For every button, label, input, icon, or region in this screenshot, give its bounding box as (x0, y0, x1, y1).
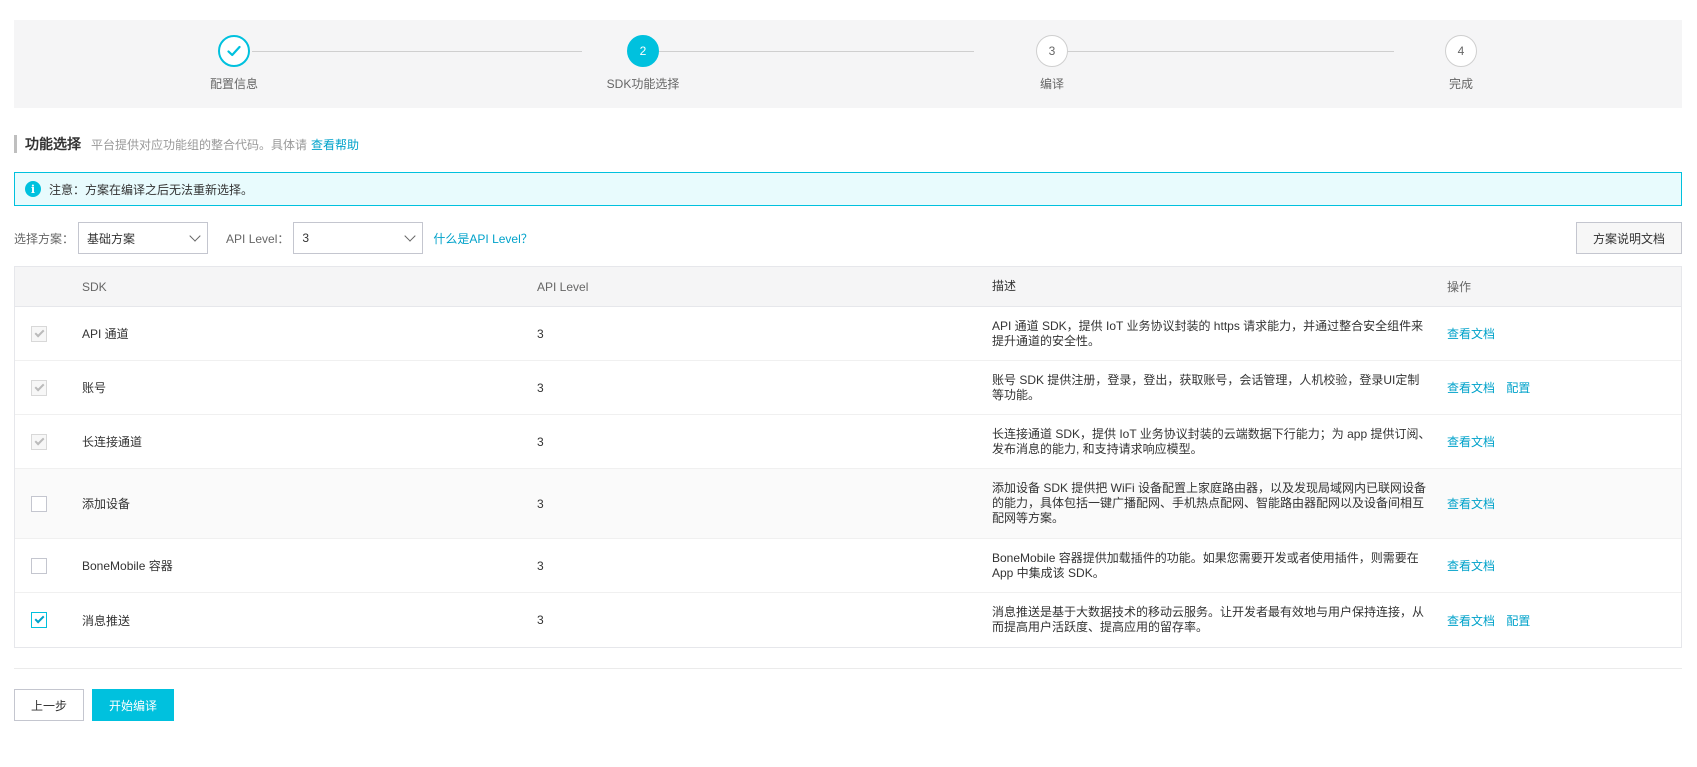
sdk-name: 添加设备 (82, 497, 131, 511)
notice-text: 注意：方案在编译之后无法重新选择。 (49, 182, 254, 197)
section-title: 功能选择 (25, 136, 81, 152)
api-level-select[interactable]: 3 (293, 222, 424, 254)
table-row: 添加设备 3 添加设备 SDK 提供把 WiFi 设备配置上家庭路由器，以及发现… (15, 469, 1681, 539)
check-icon (34, 381, 44, 391)
check-icon (34, 435, 44, 445)
section-header: 功能选择 平台提供对应功能组的整合代码。具体请 查看帮助 (14, 134, 359, 154)
plan-doc-button[interactable]: 方案说明文档 (1576, 222, 1682, 254)
step-sdk-select: 2 SDK功能选择 (573, 35, 713, 92)
sdk-description: BoneMobile 容器提供加载插件的功能。如果您需要开发或者使用插件，则需要… (992, 550, 1419, 580)
row-checkbox[interactable] (31, 495, 47, 512)
api-level: 3 (537, 496, 544, 511)
step-label: 配置信息 (209, 77, 258, 91)
api-level-select-value: 3 (302, 231, 310, 245)
api-level: 3 (537, 558, 544, 573)
table-row: 长连接通道 3 长连接通道 SDK，提供 IoT 业务协议封装的云端数据下行能力… (15, 415, 1681, 469)
view-doc-link[interactable]: 查看文档 (1447, 497, 1495, 511)
row-checkbox[interactable] (31, 612, 47, 628)
api-level: 3 (537, 434, 544, 449)
chevron-down-icon (404, 230, 417, 242)
header-api-level: API Level (537, 279, 589, 294)
chevron-down-icon (189, 230, 201, 242)
table-header: SDK API Level 描述 操作 (15, 267, 1681, 307)
step-number: 2 (627, 35, 659, 67)
table-row: 账号 3 账号 SDK 提供注册，登录，登出，获取账号，会话管理，人机校验，登录… (15, 361, 1681, 415)
sdk-description: 账号 SDK 提供注册，登录，登出，获取账号，会话管理，人机校验，登录UI定制等… (992, 372, 1420, 402)
section-description: 平台提供对应功能组的整合代码。具体请 (91, 137, 308, 152)
sdk-description: 长连接通道 SDK，提供 IoT 业务协议封装的云端数据下行能力；为 app 提… (992, 426, 1431, 456)
step-complete: 4 完成 (1391, 35, 1531, 92)
table-row: 消息推送 3 消息推送是基于大数据技术的移动云服务。让开发者最有效地与用户保持连… (15, 593, 1681, 647)
check-icon (34, 613, 44, 624)
check-icon (218, 35, 250, 67)
row-checkbox[interactable] (31, 325, 47, 342)
api-level: 3 (537, 380, 544, 395)
header-operations: 操作 (1447, 280, 1472, 294)
notice-banner: i 注意：方案在编译之后无法重新选择。 (14, 172, 1682, 206)
step-compile: 3 编译 (982, 35, 1122, 92)
section-accent-bar (14, 135, 17, 153)
check-icon (34, 327, 44, 337)
help-link[interactable]: 查看帮助 (311, 136, 359, 153)
row-checkbox[interactable] (31, 433, 47, 450)
sdk-name: API 通道 (82, 327, 129, 341)
sdk-name: 长连接通道 (82, 435, 143, 449)
row-checkbox[interactable] (31, 379, 47, 396)
step-label: 编译 (1039, 77, 1064, 91)
sdk-description: 消息推送是基于大数据技术的移动云服务。让开发者最有效地与用户保持连接，从而提高用… (992, 605, 1425, 634)
configure-link[interactable]: 配置 (1506, 614, 1530, 628)
header-description: 描述 (992, 279, 1017, 293)
view-doc-link[interactable]: 查看文档 (1447, 327, 1495, 341)
step-label: 完成 (1448, 77, 1473, 91)
plan-select[interactable]: 基础方案 (78, 222, 209, 254)
sdk-name: 账号 (82, 381, 107, 395)
plan-select-value: 基础方案 (87, 231, 136, 246)
configure-link[interactable]: 配置 (1506, 381, 1530, 395)
sdk-table: SDK API Level 描述 操作 API 通道 3 API 通道 SDK，… (14, 266, 1682, 648)
view-doc-link[interactable]: 查看文档 (1447, 435, 1495, 449)
view-doc-link[interactable]: 查看文档 (1447, 559, 1495, 573)
view-doc-link[interactable]: 查看文档 (1447, 614, 1495, 628)
api-level: 3 (537, 326, 544, 341)
table-row: API 通道 3 API 通道 SDK，提供 IoT 业务协议封装的 https… (15, 307, 1681, 361)
footer-divider (14, 668, 1682, 669)
sdk-name: 消息推送 (82, 613, 131, 628)
sdk-description: API 通道 SDK，提供 IoT 业务协议封装的 https 请求能力，并通过… (992, 318, 1424, 348)
step-config-info: 配置信息 (164, 35, 304, 92)
step-number: 3 (1036, 35, 1068, 67)
step-number: 4 (1445, 35, 1477, 67)
api-level: 3 (537, 613, 544, 627)
info-icon: i (25, 181, 41, 197)
api-level-label: API Level： (226, 231, 290, 246)
table-row: BoneMobile 容器 3 BoneMobile 容器提供加载插件的功能。如… (15, 539, 1681, 593)
prev-step-button[interactable]: 上一步 (14, 689, 84, 721)
view-doc-link[interactable]: 查看文档 (1447, 381, 1495, 395)
step-label: SDK功能选择 (606, 77, 680, 91)
start-compile-button[interactable]: 开始编译 (92, 689, 174, 721)
header-sdk: SDK (82, 279, 107, 294)
sdk-name: BoneMobile 容器 (82, 559, 173, 573)
filter-bar: 选择方案： 基础方案 API Level： 3 什么是API Level？ (14, 222, 533, 254)
plan-label: 选择方案： (14, 231, 75, 246)
sdk-description: 添加设备 SDK 提供把 WiFi 设备配置上家庭路由器，以及发现局域网内已联网… (992, 481, 1427, 525)
api-level-help-link[interactable]: 什么是API Level？ (433, 230, 532, 247)
row-checkbox[interactable] (31, 557, 47, 574)
stepper: 配置信息 2 SDK功能选择 3 编译 4 完成 (14, 20, 1682, 108)
